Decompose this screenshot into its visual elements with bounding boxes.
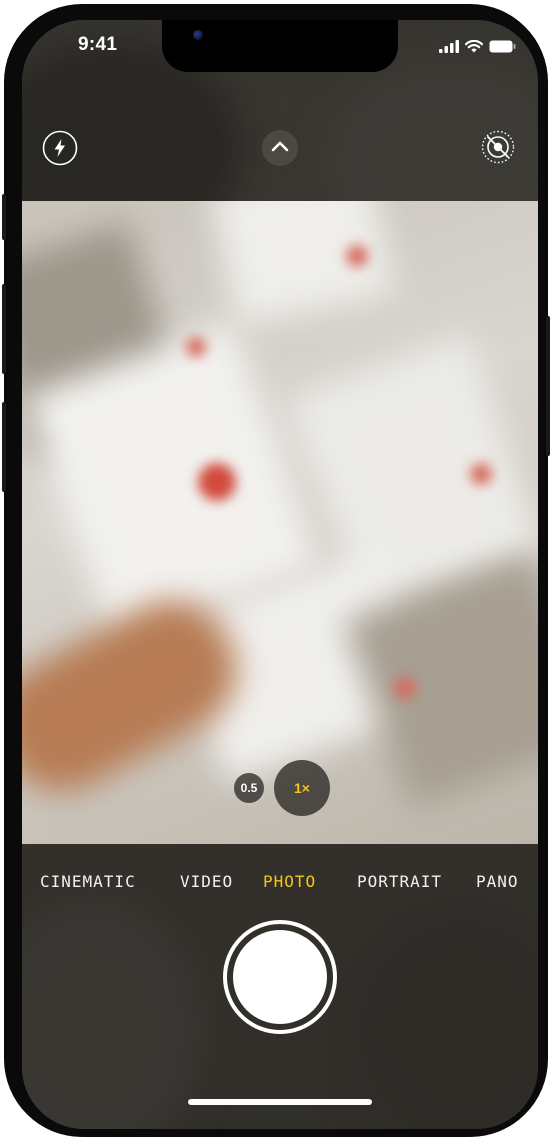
shutter-inner	[233, 930, 327, 1024]
zoom-0.5-button[interactable]: 0.5	[234, 773, 264, 803]
mode-cinematic[interactable]: CINEMATIC	[40, 872, 136, 891]
phone-frame: 9:41 0.5 1× CINEMATIC VIDEO PHOTO PORTRA…	[2, 4, 550, 1137]
mode-pano[interactable]: PANO	[476, 872, 519, 891]
wifi-icon	[464, 39, 484, 58]
flash-icon	[42, 130, 78, 171]
battery-icon	[489, 40, 516, 58]
live-photo-button[interactable]	[480, 129, 516, 170]
camera-mode-selector: CINEMATIC VIDEO PHOTO PORTRAIT PANO	[22, 872, 538, 898]
viewfinder[interactable]	[22, 201, 538, 844]
volume-up-button	[2, 284, 6, 374]
mode-photo[interactable]: PHOTO	[263, 872, 316, 891]
expand-controls-button[interactable]	[262, 130, 298, 166]
zoom-controls: 0.5 1×	[234, 760, 330, 816]
mode-portrait[interactable]: PORTRAIT	[357, 872, 442, 891]
camera-screen: 9:41 0.5 1× CINEMATIC VIDEO PHOTO PORTRA…	[22, 20, 538, 1129]
chevron-up-icon	[270, 139, 290, 158]
shutter-button[interactable]	[223, 920, 337, 1034]
front-camera-lens	[193, 30, 203, 40]
live-photo-off-icon	[480, 129, 516, 170]
flash-button[interactable]	[42, 130, 78, 171]
home-indicator[interactable]	[188, 1099, 372, 1105]
zoom-1x-button[interactable]: 1×	[274, 760, 330, 816]
mute-switch	[2, 194, 6, 240]
mode-video[interactable]: VIDEO	[180, 872, 233, 891]
volume-down-button	[2, 402, 6, 492]
status-time: 9:41	[78, 34, 118, 55]
notch	[162, 20, 398, 72]
cellular-signal-icon	[439, 40, 459, 58]
power-button	[546, 316, 550, 456]
status-icons	[439, 39, 516, 58]
